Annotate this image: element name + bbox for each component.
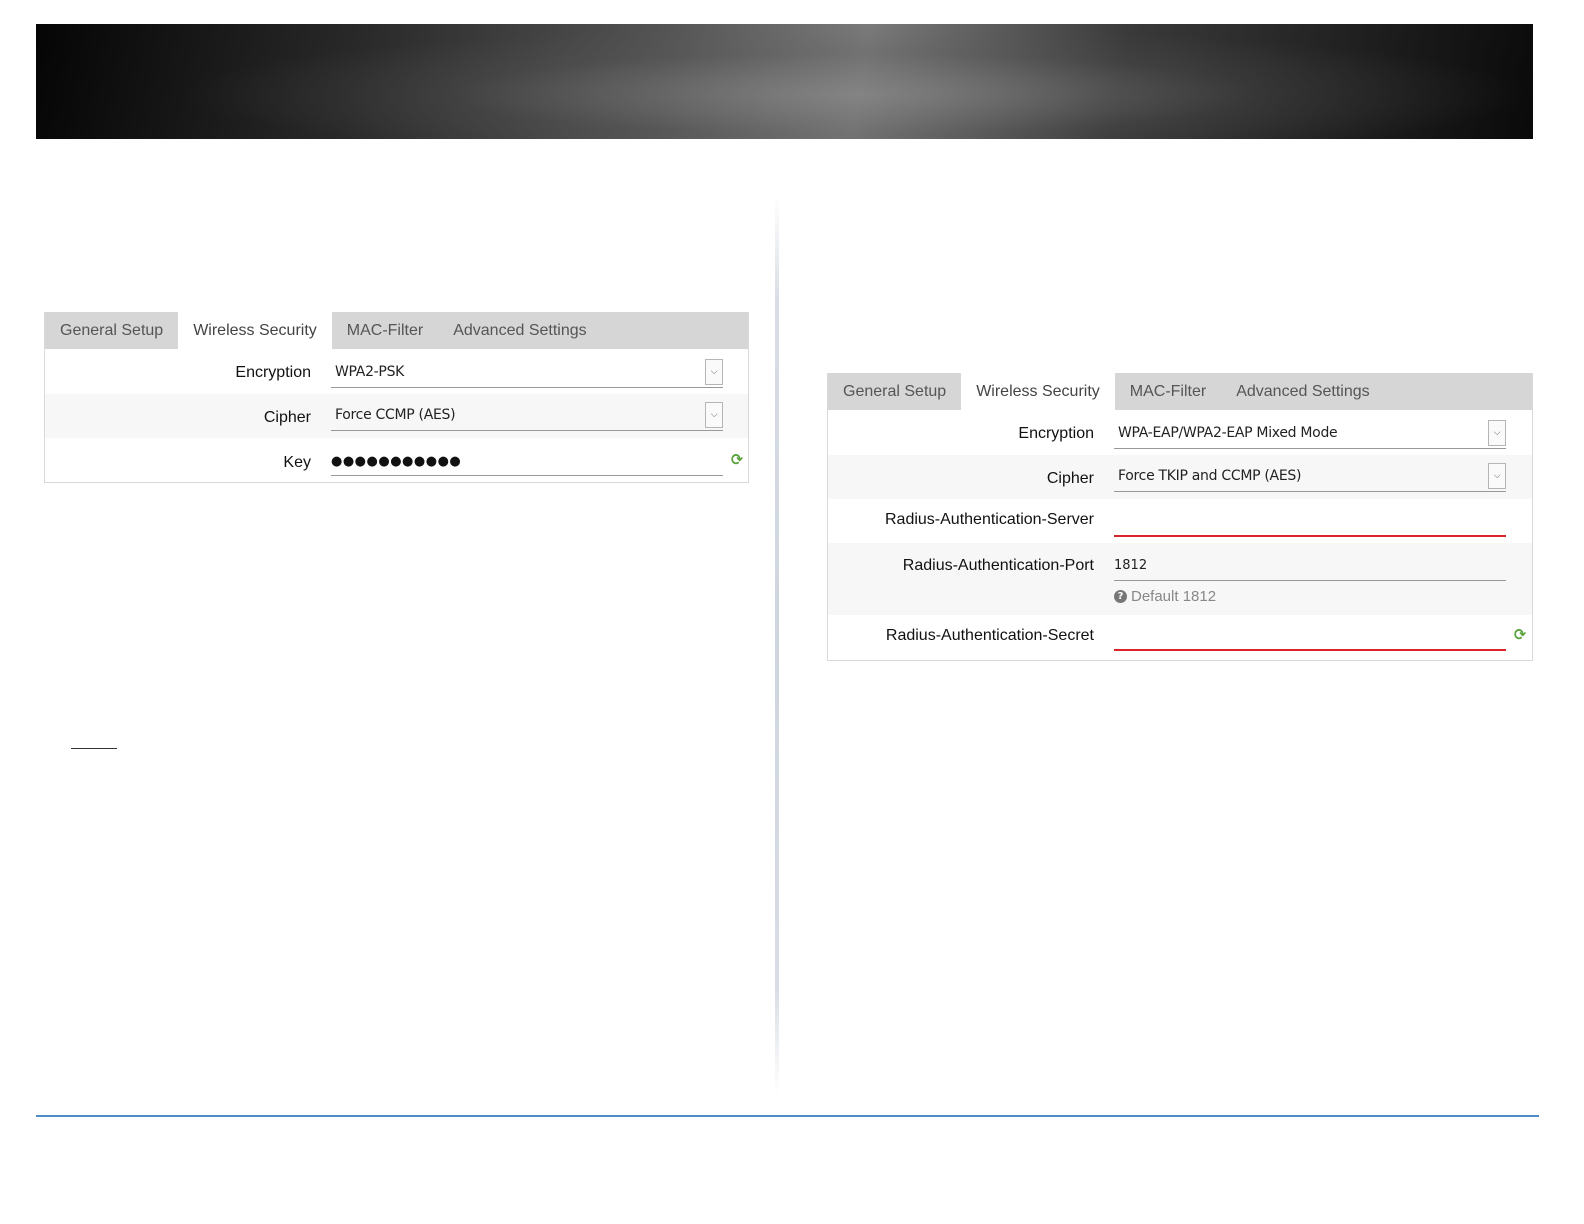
cipher-row: Cipher Force TKIP and CCMP (AES) ⌵	[828, 455, 1532, 499]
encryption-row: Encryption WPA-EAP/WPA2-EAP Mixed Mode ⌵	[828, 410, 1532, 455]
chevron-down-icon[interactable]: ⌵	[705, 359, 723, 385]
cipher-row: Cipher Force CCMP (AES) ⌵	[45, 394, 748, 438]
radius-port-value: 1812	[1114, 558, 1148, 573]
chevron-down-icon[interactable]: ⌵	[1488, 463, 1506, 489]
chevron-down-icon[interactable]: ⌵	[705, 402, 723, 428]
cipher-select[interactable]: Force CCMP (AES) ⌵	[331, 401, 723, 431]
radius-port-hint-text: Default 1812	[1131, 588, 1217, 605]
question-circle-icon: ?	[1114, 590, 1127, 603]
key-input[interactable]: ●●●●●●●●●●●	[331, 446, 723, 476]
radius-secret-input[interactable]	[1114, 621, 1506, 651]
header-banner	[36, 24, 1533, 139]
encryption-value: WPA2-PSK	[335, 364, 405, 380]
tab-bar: General Setup Wireless Security MAC-Filt…	[45, 312, 748, 349]
tab-advanced-settings[interactable]: Advanced Settings	[1221, 373, 1384, 410]
cipher-select[interactable]: Force TKIP and CCMP (AES) ⌵	[1114, 462, 1506, 492]
radius-port-row: Radius-Authentication-Port 1812 ? Defaul…	[828, 543, 1532, 615]
encryption-row: Encryption WPA2-PSK ⌵	[45, 349, 748, 394]
footer-rule	[36, 1115, 1539, 1117]
column-divider	[775, 195, 779, 1095]
radius-secret-row: Radius-Authentication-Secret ⟳	[828, 615, 1532, 659]
key-row: Key ●●●●●●●●●●● ⟳	[45, 438, 748, 482]
chevron-down-icon[interactable]: ⌵	[1488, 420, 1506, 446]
radius-port-hint: ? Default 1812	[1114, 588, 1506, 605]
encryption-select[interactable]: WPA-EAP/WPA2-EAP Mixed Mode ⌵	[1114, 419, 1506, 449]
tab-wireless-security[interactable]: Wireless Security	[961, 373, 1115, 410]
key-value: ●●●●●●●●●●●	[331, 454, 462, 469]
encryption-label: Encryption	[1018, 425, 1094, 442]
radius-server-input[interactable]	[1114, 507, 1506, 537]
cipher-value: Force CCMP (AES)	[335, 407, 456, 423]
cipher-label: Cipher	[263, 409, 311, 426]
cipher-value: Force TKIP and CCMP (AES)	[1118, 468, 1302, 484]
encryption-select[interactable]: WPA2-PSK ⌵	[331, 358, 723, 388]
radius-server-row: Radius-Authentication-Server	[828, 499, 1532, 543]
tab-bar: General Setup Wireless Security MAC-Filt…	[828, 373, 1532, 410]
encryption-label: Encryption	[235, 364, 311, 381]
tab-general-setup[interactable]: General Setup	[828, 373, 961, 410]
radius-port-label: Radius-Authentication-Port	[902, 557, 1094, 574]
cipher-label: Cipher	[1046, 470, 1094, 487]
refresh-icon[interactable]: ⟳	[731, 452, 743, 468]
tab-mac-filter[interactable]: MAC-Filter	[1115, 373, 1221, 410]
radius-server-label: Radius-Authentication-Server	[885, 511, 1094, 528]
tab-mac-filter[interactable]: MAC-Filter	[332, 312, 438, 349]
tab-wireless-security[interactable]: Wireless Security	[178, 312, 332, 349]
wireless-security-panel-psk: General Setup Wireless Security MAC-Filt…	[44, 312, 749, 483]
radius-secret-label: Radius-Authentication-Secret	[885, 627, 1094, 644]
radius-port-input[interactable]: 1812	[1114, 551, 1506, 581]
wireless-security-panel-eap: General Setup Wireless Security MAC-Filt…	[827, 373, 1533, 661]
refresh-icon[interactable]: ⟳	[1514, 627, 1526, 643]
underline-mark	[71, 748, 117, 749]
tab-general-setup[interactable]: General Setup	[45, 312, 178, 349]
key-label: Key	[283, 454, 311, 471]
encryption-value: WPA-EAP/WPA2-EAP Mixed Mode	[1118, 425, 1338, 441]
tab-advanced-settings[interactable]: Advanced Settings	[438, 312, 601, 349]
